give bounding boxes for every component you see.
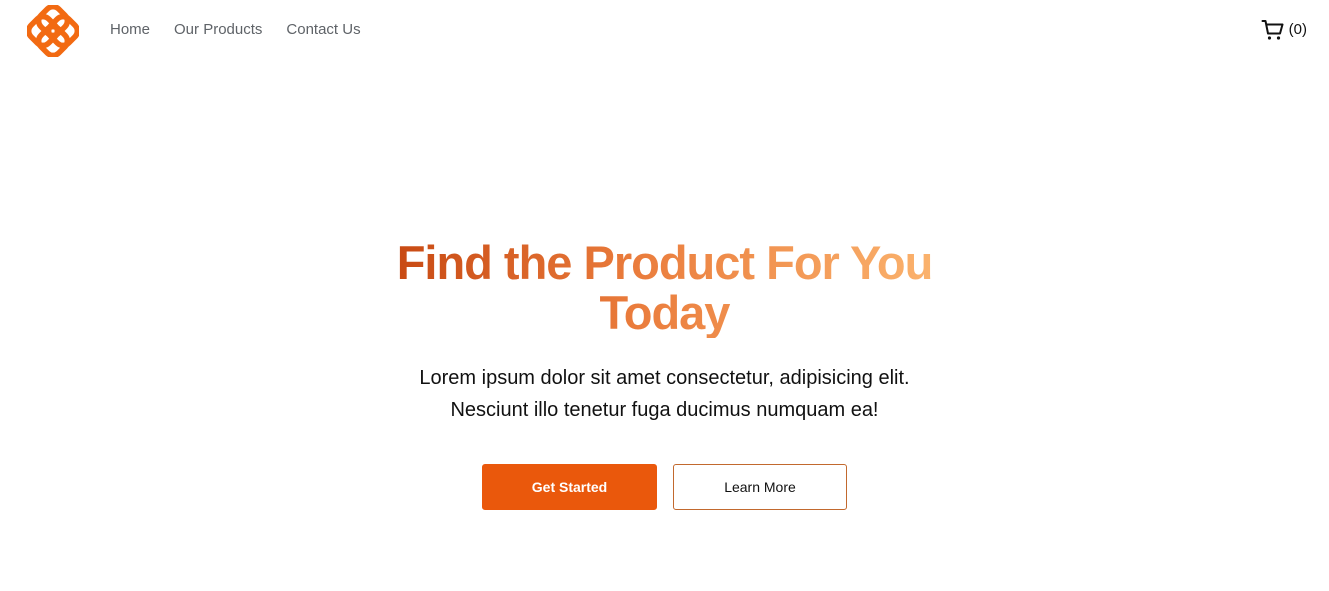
hero-section: Find the Product For You Today Lorem ips… [0,238,1329,510]
hero-title: Find the Product For You Today [355,238,975,338]
nav-link-home[interactable]: Home [110,21,150,39]
nav-link-contact-us[interactable]: Contact Us [286,21,360,39]
shopping-cart-icon [1261,20,1284,40]
navbar: Home Our Products Contact Us (0) [0,0,1329,60]
hero-buttons: Get Started Learn More [0,464,1329,510]
cart-button[interactable]: (0) [1261,18,1307,42]
nav-links: Home Our Products Contact Us [110,21,361,39]
learn-more-button[interactable]: Learn More [673,464,847,510]
get-started-button[interactable]: Get Started [482,464,657,510]
logo-icon[interactable] [25,3,81,59]
nav-link-our-products[interactable]: Our Products [174,21,262,39]
hero-subtitle: Lorem ipsum dolor sit amet consectetur, … [419,367,910,421]
cart-count: (0) [1288,21,1307,38]
